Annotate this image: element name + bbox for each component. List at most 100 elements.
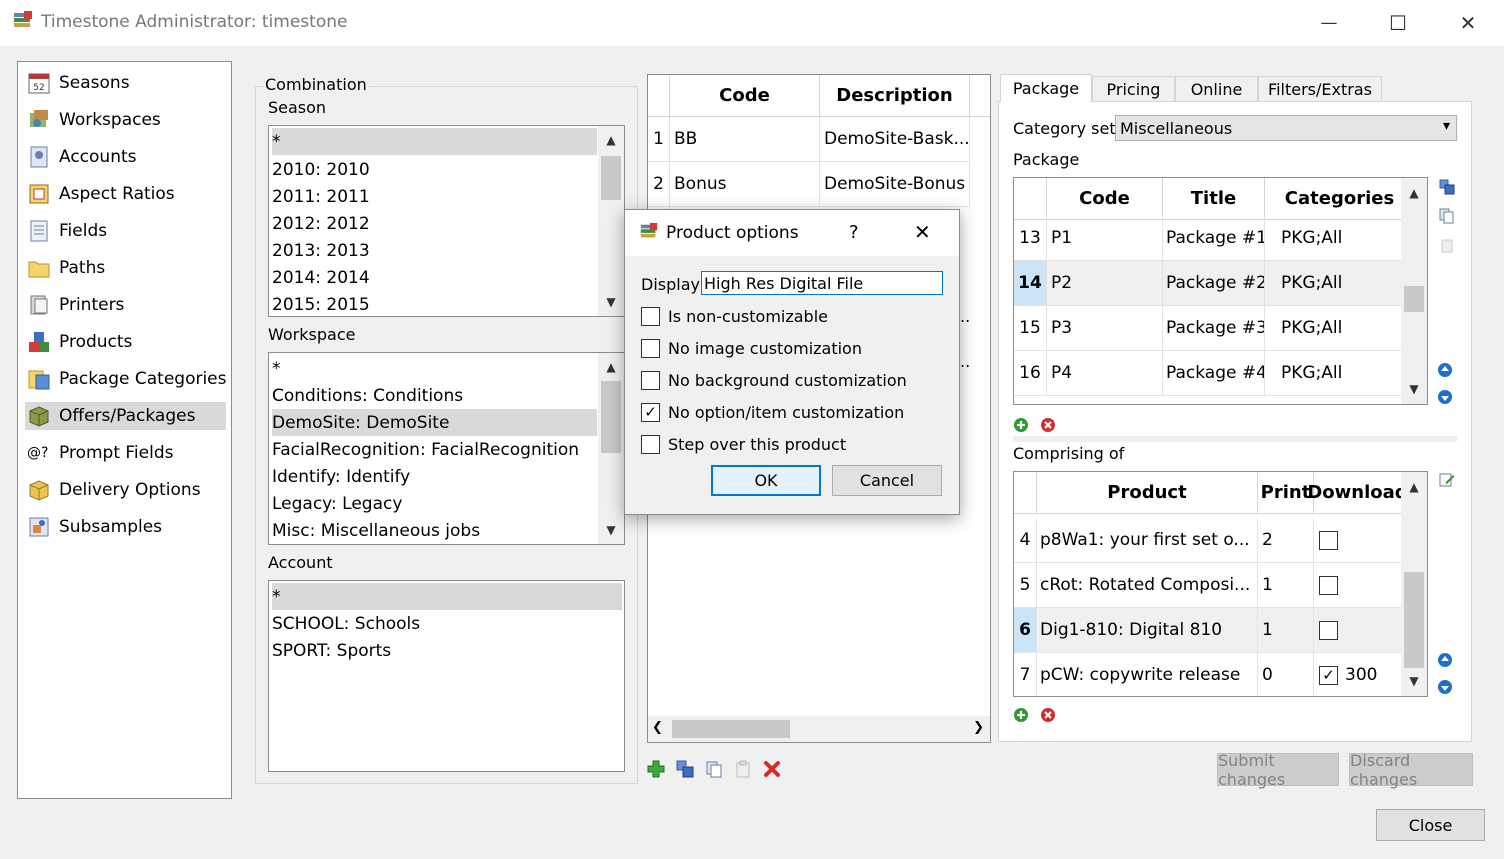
table-cell[interactable]: cRot: Rotated Composi... bbox=[1037, 563, 1258, 608]
table-cell[interactable]: PKG;All bbox=[1265, 306, 1415, 351]
list-item[interactable]: FacialRecognition: FacialRecognition bbox=[272, 436, 579, 463]
scrollbar[interactable]: ▲ ▼ bbox=[1401, 178, 1427, 404]
copy-icon[interactable] bbox=[704, 759, 724, 779]
nav-item-offers-packages[interactable]: Offers/Packages bbox=[25, 402, 226, 430]
display-input[interactable] bbox=[701, 271, 943, 295]
tab-filters-extras[interactable]: Filters/Extras bbox=[1258, 76, 1382, 102]
checkbox-checked[interactable]: ✓ bbox=[641, 402, 660, 422]
checkbox[interactable] bbox=[641, 434, 660, 454]
remove-item-icon[interactable] bbox=[1038, 705, 1058, 725]
delete-icon[interactable] bbox=[762, 759, 782, 779]
list-item[interactable]: 2015: 2015 bbox=[272, 291, 370, 316]
scroll-thumb[interactable] bbox=[1404, 572, 1424, 668]
tab-pricing[interactable]: Pricing bbox=[1092, 76, 1175, 102]
table-cell[interactable]: DemoSite-Bask... bbox=[820, 117, 970, 162]
workspace-list[interactable]: * Conditions: Conditions DemoSite: DemoS… bbox=[268, 352, 625, 545]
horizontal-scrollbar[interactable]: ❮ ❯ bbox=[648, 716, 990, 742]
nav-item-paths[interactable]: Paths bbox=[25, 254, 226, 282]
list-item[interactable]: Identify: Identify bbox=[272, 463, 410, 490]
list-item[interactable]: Conditions: Conditions bbox=[272, 382, 463, 409]
checkbox[interactable] bbox=[641, 338, 660, 358]
scroll-right-icon[interactable]: ❯ bbox=[973, 720, 984, 735]
help-button[interactable]: ? bbox=[849, 222, 859, 243]
scrollbar[interactable]: ▲ ▼ bbox=[598, 126, 624, 316]
download-cell[interactable] bbox=[1314, 563, 1402, 608]
maximize-button[interactable]: ☐ bbox=[1363, 0, 1433, 46]
table-cell[interactable]: Package #1 bbox=[1163, 216, 1265, 261]
nav-item-subsamples[interactable]: Subsamples bbox=[25, 513, 226, 541]
cancel-button[interactable]: Cancel bbox=[832, 465, 942, 496]
list-item[interactable]: SPORT: Sports bbox=[272, 637, 391, 664]
column-header-description[interactable]: Description bbox=[820, 75, 970, 117]
row-number[interactable]: 1 bbox=[648, 117, 670, 162]
option-non-customizable[interactable]: Is non-customizable bbox=[641, 305, 828, 327]
row-number[interactable]: 15 bbox=[1014, 306, 1047, 351]
table-cell[interactable]: 1 bbox=[1258, 608, 1314, 653]
list-item[interactable]: Misc: Miscellaneous jobs bbox=[272, 517, 480, 544]
download-checkbox[interactable] bbox=[1319, 530, 1338, 550]
scroll-up-icon[interactable]: ▲ bbox=[1401, 475, 1427, 499]
table-cell[interactable]: Bonus bbox=[670, 162, 820, 207]
list-item[interactable]: 2014: 2014 bbox=[272, 264, 370, 291]
column-header-download[interactable]: Download bbox=[1307, 472, 1408, 514]
download-cell[interactable]: ✓ 300 bbox=[1314, 653, 1402, 696]
download-checkbox[interactable] bbox=[1319, 620, 1338, 640]
package-table[interactable]: Code Title Categories 13 P1 Package #1 P… bbox=[1013, 177, 1428, 405]
table-cell[interactable]: 1 bbox=[1258, 563, 1314, 608]
tab-online[interactable]: Online bbox=[1175, 76, 1258, 102]
option-no-background-customization[interactable]: No background customization bbox=[641, 369, 907, 391]
checkbox[interactable] bbox=[641, 306, 660, 326]
remove-package-icon[interactable] bbox=[1038, 415, 1058, 435]
column-header-categories[interactable]: Categories bbox=[1265, 178, 1415, 220]
duplicate-icon[interactable] bbox=[675, 759, 695, 779]
move-down-icon[interactable] bbox=[1435, 387, 1455, 407]
list-item[interactable]: 2010: 2010 bbox=[272, 156, 370, 183]
row-number[interactable]: 5 bbox=[1014, 563, 1037, 608]
nav-item-aspect-ratios[interactable]: Aspect Ratios bbox=[25, 180, 226, 208]
table-cell[interactable]: PKG;All bbox=[1265, 261, 1415, 306]
discard-changes-button[interactable]: Discard changes bbox=[1349, 751, 1473, 789]
nav-item-workspaces[interactable]: Workspaces bbox=[25, 106, 226, 134]
nav-item-package-categories[interactable]: Package Categories bbox=[25, 365, 227, 393]
table-cell[interactable]: Package #2 bbox=[1163, 261, 1265, 306]
table-cell[interactable]: 0 bbox=[1258, 653, 1314, 696]
list-item[interactable]: 2013: 2013 bbox=[272, 237, 370, 264]
row-number[interactable]: 6 bbox=[1014, 608, 1037, 653]
table-cell[interactable]: BB bbox=[670, 117, 820, 162]
table-cell[interactable]: P2 bbox=[1047, 261, 1163, 306]
row-number[interactable]: 7 bbox=[1014, 653, 1037, 696]
scrollbar[interactable]: ▲ ▼ bbox=[598, 353, 624, 544]
row-number[interactable]: 14 bbox=[1014, 261, 1047, 306]
ok-button[interactable]: OK bbox=[711, 465, 821, 496]
scroll-up-icon[interactable]: ▲ bbox=[598, 128, 624, 152]
download-checkbox[interactable] bbox=[1319, 575, 1338, 595]
list-item[interactable]: * bbox=[272, 128, 597, 155]
minimize-button[interactable]: — bbox=[1294, 0, 1364, 46]
nav-item-fields[interactable]: Fields bbox=[25, 217, 226, 245]
add-item-icon[interactable] bbox=[1011, 705, 1031, 725]
row-number[interactable]: 4 bbox=[1014, 518, 1037, 563]
table-cell[interactable]: 2 bbox=[1258, 518, 1314, 563]
account-list[interactable]: * SCHOOL: Schools SPORT: Sports bbox=[268, 580, 625, 772]
scroll-up-icon[interactable]: ▲ bbox=[1401, 181, 1427, 205]
nav-item-products[interactable]: Products bbox=[25, 328, 226, 356]
list-item[interactable]: * bbox=[272, 355, 281, 382]
table-cell[interactable]: DemoSite-Bonus bbox=[820, 162, 970, 207]
nav-item-accounts[interactable]: Accounts bbox=[25, 143, 226, 171]
season-list[interactable]: * 2010: 2010 2011: 2011 2012: 2012 2013:… bbox=[268, 125, 625, 317]
splitter[interactable] bbox=[1013, 436, 1457, 442]
close-window-button[interactable]: ✕ bbox=[1433, 0, 1503, 46]
scroll-thumb[interactable] bbox=[672, 720, 790, 738]
row-number[interactable]: 13 bbox=[1014, 216, 1047, 261]
edit-icon[interactable] bbox=[1437, 470, 1457, 490]
list-item[interactable]: 2011: 2011 bbox=[272, 183, 370, 210]
add-icon[interactable] bbox=[646, 759, 666, 779]
tab-package[interactable]: Package bbox=[1000, 74, 1092, 102]
nav-item-prompt-fields[interactable]: @? Prompt Fields bbox=[25, 439, 226, 467]
option-no-option-item-customization[interactable]: ✓ No option/item customization bbox=[641, 401, 904, 423]
duplicate-package-icon[interactable] bbox=[1437, 177, 1457, 197]
table-cell[interactable]: PKG;All bbox=[1265, 216, 1415, 261]
option-no-image-customization[interactable]: No image customization bbox=[641, 337, 862, 359]
table-cell[interactable]: pCW: copywrite release bbox=[1037, 653, 1258, 696]
scroll-down-icon[interactable]: ▼ bbox=[1401, 669, 1427, 693]
